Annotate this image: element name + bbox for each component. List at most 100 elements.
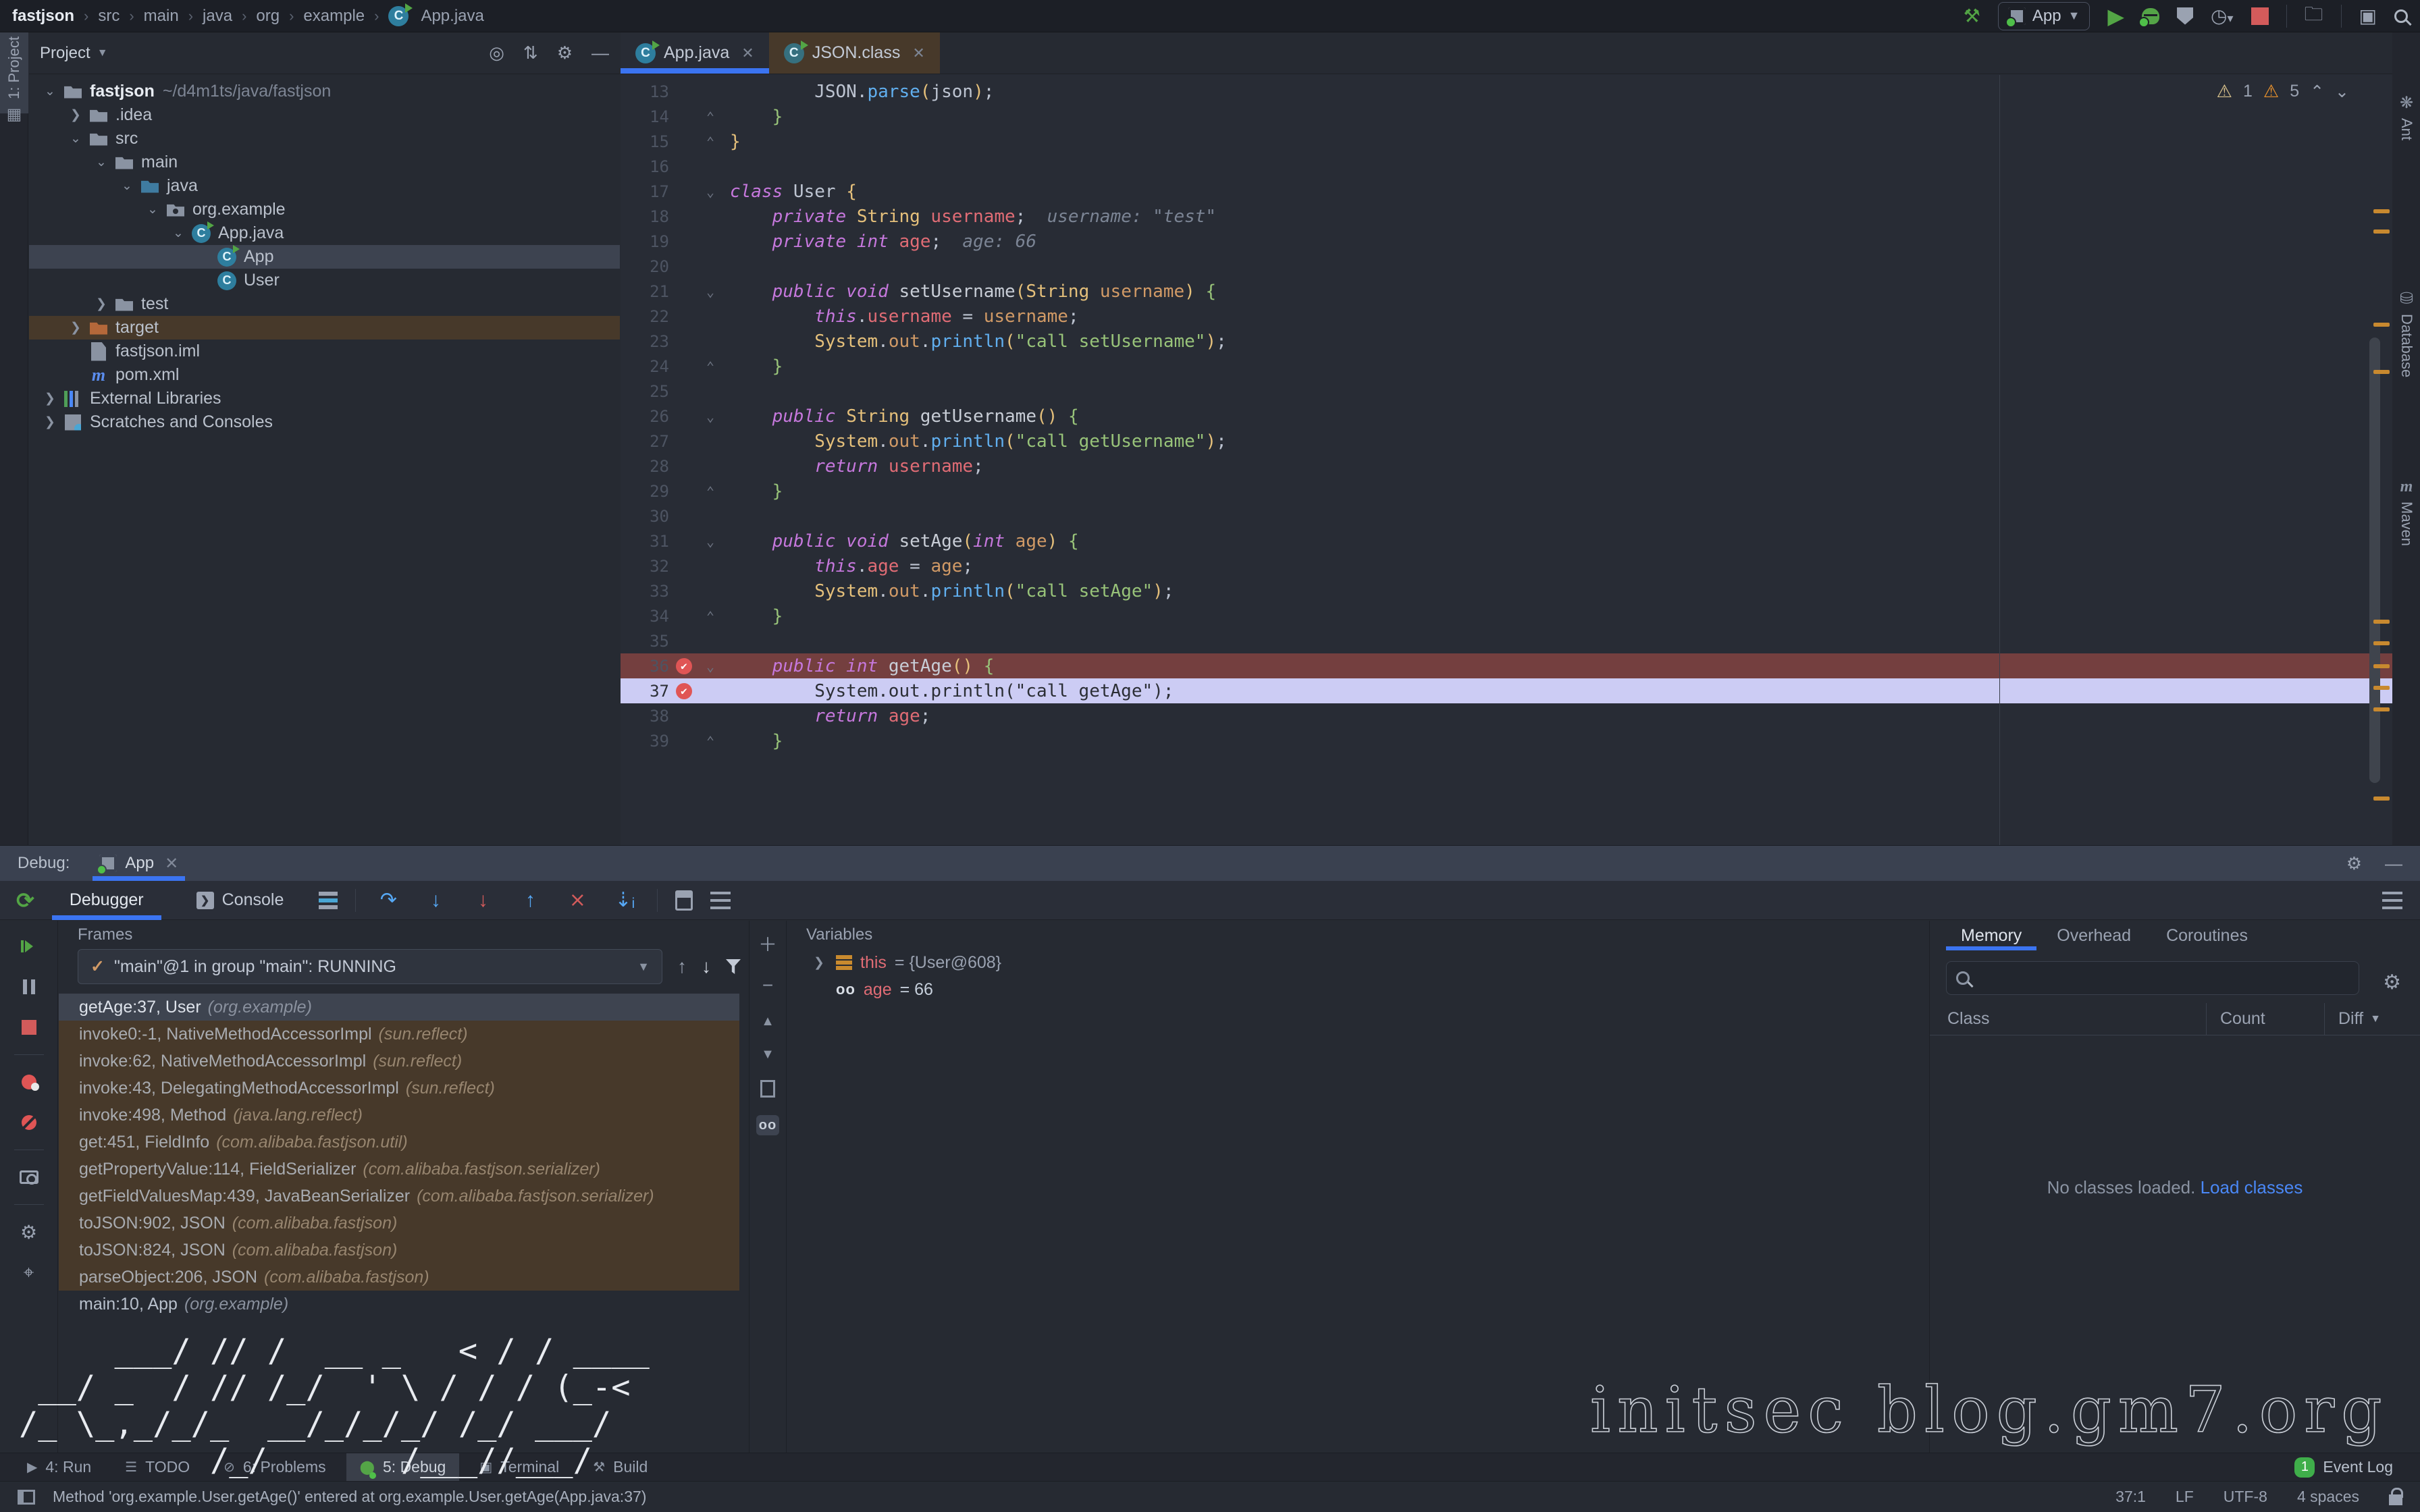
warning-stripe-mark[interactable]	[2373, 641, 2390, 645]
evaluate-expression-icon[interactable]	[675, 890, 693, 911]
tab-debugger[interactable]: Debugger	[52, 881, 161, 920]
warning-stripe-mark[interactable]	[2373, 686, 2390, 690]
close-icon[interactable]: ✕	[741, 45, 754, 62]
fold-icon[interactable]: ⌄	[699, 533, 722, 549]
breadcrumb-item[interactable]: App.java	[421, 7, 483, 26]
breadcrumb-item[interactable]: main	[144, 7, 179, 26]
view-breakpoints-icon[interactable]	[22, 1075, 36, 1089]
close-icon[interactable]: ✕	[912, 45, 924, 62]
tree-chevron-icon[interactable]: ❯	[64, 107, 87, 123]
stack-frame[interactable]: invoke:498, Method(java.lang.reflect)	[59, 1102, 739, 1129]
toolwindow-button-4-run[interactable]: ▶4: Run	[14, 1453, 105, 1482]
profiler-button[interactable]: ◷▾	[2211, 5, 2233, 27]
breadcrumb-item[interactable]: org	[256, 7, 280, 26]
add-watch-icon[interactable]: ＋	[758, 930, 777, 957]
gear-icon[interactable]: ⚙	[557, 43, 573, 63]
fold-icon[interactable]: ⌄	[699, 184, 722, 200]
filter-icon[interactable]	[726, 959, 741, 974]
breadcrumb-item[interactable]: src	[98, 7, 120, 26]
fold-icon[interactable]: ⌃	[699, 358, 722, 375]
warning-stripe-mark[interactable]	[2373, 230, 2390, 234]
debug-settings-icon[interactable]: ⚙	[16, 1218, 43, 1245]
code-line-36[interactable]: 36✔⌄ public int getAge() {	[621, 653, 2392, 678]
gear-icon[interactable]: ⚙	[2346, 853, 2362, 874]
sidebar-item-project[interactable]: 1: Project▦	[0, 36, 28, 124]
file-encoding[interactable]: UTF-8	[2224, 1488, 2267, 1506]
code-line-20[interactable]: 20	[621, 254, 2392, 279]
stack-frame[interactable]: invoke0:-1, NativeMethodAccessorImpl(sun…	[59, 1021, 739, 1048]
fold-icon[interactable]: ⌃	[699, 733, 722, 749]
breadcrumb-item[interactable]: example	[303, 7, 365, 26]
chevron-right-icon[interactable]: ❯	[810, 955, 828, 971]
show-watches-icon[interactable]: oo	[756, 1115, 779, 1135]
stack-frame[interactable]: getFieldValuesMap:439, JavaBeanSerialize…	[59, 1183, 739, 1210]
breadcrumb[interactable]: fastjson›src›main›java›org›example›CApp.…	[12, 6, 484, 26]
run-button[interactable]: ▶	[2107, 3, 2124, 29]
tab-app-java[interactable]: C App.java ✕	[621, 32, 769, 74]
tree-item-app-java[interactable]: ⌄CApp.java	[29, 221, 620, 245]
sidebar-item-database[interactable]: ⛁Database	[2392, 289, 2420, 377]
collapse-all-icon[interactable]: ⇅	[523, 43, 538, 63]
code-line-29[interactable]: 29⌃ }	[621, 479, 2392, 504]
toolwindow-button-build[interactable]: ⚒Build	[579, 1453, 661, 1482]
hide-panel-icon[interactable]: —	[591, 43, 609, 63]
code-line-26[interactable]: 26⌄ public String getUsername() {	[621, 404, 2392, 429]
code-line-38[interactable]: 38 return age;	[621, 703, 2392, 728]
fold-icon[interactable]: ⌄	[699, 658, 722, 674]
tab-json-class[interactable]: C JSON.class ✕	[769, 32, 940, 74]
indent-setting[interactable]: 4 spaces	[2297, 1488, 2359, 1506]
move-down-icon[interactable]: ▼	[761, 1047, 774, 1062]
fold-icon[interactable]: ⌃	[699, 608, 722, 624]
tool-windows-icon[interactable]	[18, 1490, 35, 1505]
code-line-18[interactable]: 18 private String username; username: "t…	[621, 204, 2392, 229]
tree-chevron-icon[interactable]: ❯	[64, 320, 87, 335]
stack-frame[interactable]: main:10, App(org.example)	[59, 1291, 739, 1318]
warning-stripe-mark[interactable]	[2373, 707, 2390, 711]
stack-frame[interactable]: get:451, FieldInfo(com.alibaba.fastjson.…	[59, 1129, 739, 1156]
toolwindow-button-todo[interactable]: ☰TODO	[111, 1453, 203, 1482]
fold-icon[interactable]: ⌃	[699, 134, 722, 150]
layout-settings-icon[interactable]	[2382, 892, 2402, 909]
variable-row-age[interactable]: oo age = 66	[787, 976, 1928, 1003]
code-line-24[interactable]: 24⌃ }	[621, 354, 2392, 379]
warning-stripe-mark[interactable]	[2373, 796, 2390, 801]
tree-chevron-icon[interactable]: ⌄	[141, 202, 164, 217]
tab-overhead[interactable]: Overhead	[2042, 921, 2146, 950]
code-line-21[interactable]: 21⌄ public void setUsername(String usern…	[621, 279, 2392, 304]
stack-frame[interactable]: toJSON:902, JSON(com.alibaba.fastjson)	[59, 1210, 739, 1237]
project-panel-title[interactable]: Project	[40, 44, 90, 63]
event-log-button[interactable]: 1 Event Log	[2294, 1457, 2393, 1478]
tree-chevron-icon[interactable]: ❯	[90, 296, 113, 312]
run-config-dropdown[interactable]: App ▼	[1998, 2, 2090, 30]
stop-icon[interactable]	[22, 1020, 36, 1035]
tree-item-fastjson[interactable]: ⌄fastjson~/d4m1ts/java/fastjson	[29, 80, 620, 103]
debug-button[interactable]	[2142, 8, 2159, 24]
code-line-31[interactable]: 31⌄ public void setAge(int age) {	[621, 529, 2392, 554]
code-line-13[interactable]: 13 JSON.parse(json);	[621, 79, 2392, 104]
column-class[interactable]: Class	[1930, 1003, 2207, 1035]
code-line-32[interactable]: 32 this.age = age;	[621, 554, 2392, 578]
code-line-33[interactable]: 33 System.out.println("call setAge");	[621, 578, 2392, 603]
toolwindow-button-5-debug[interactable]: ⬤5: Debug	[346, 1453, 460, 1482]
code-line-39[interactable]: 39⌃ }	[621, 728, 2392, 753]
tree-chevron-icon[interactable]: ⌄	[115, 178, 138, 194]
code-line-28[interactable]: 28 return username;	[621, 454, 2392, 479]
warning-stripe-mark[interactable]	[2373, 370, 2390, 374]
code-line-37[interactable]: 37✔ System.out.println("call getAge");	[621, 678, 2392, 703]
breakpoint-icon[interactable]: ✔	[669, 683, 699, 699]
tree-item-main[interactable]: ⌄main	[29, 151, 620, 174]
tree-item-user[interactable]: CUser	[29, 269, 620, 292]
view-options-icon[interactable]	[710, 892, 731, 909]
tab-memory[interactable]: Memory	[1946, 921, 2036, 950]
force-step-into-icon[interactable]: ↓	[468, 889, 498, 912]
locate-file-icon[interactable]: ◎	[489, 43, 504, 63]
thread-dump-icon[interactable]	[20, 1170, 38, 1184]
breadcrumb-item[interactable]: fastjson	[12, 7, 74, 26]
editor-scrollbar[interactable]	[2369, 338, 2380, 783]
pause-icon[interactable]	[23, 979, 35, 994]
warning-stripe-mark[interactable]	[2373, 323, 2390, 327]
code-line-19[interactable]: 19 private int age; age: 66	[621, 229, 2392, 254]
warning-stripe-mark[interactable]	[2373, 209, 2390, 213]
tab-console[interactable]: ❯ Console	[179, 881, 302, 920]
gear-icon[interactable]: ⚙	[2383, 971, 2401, 994]
